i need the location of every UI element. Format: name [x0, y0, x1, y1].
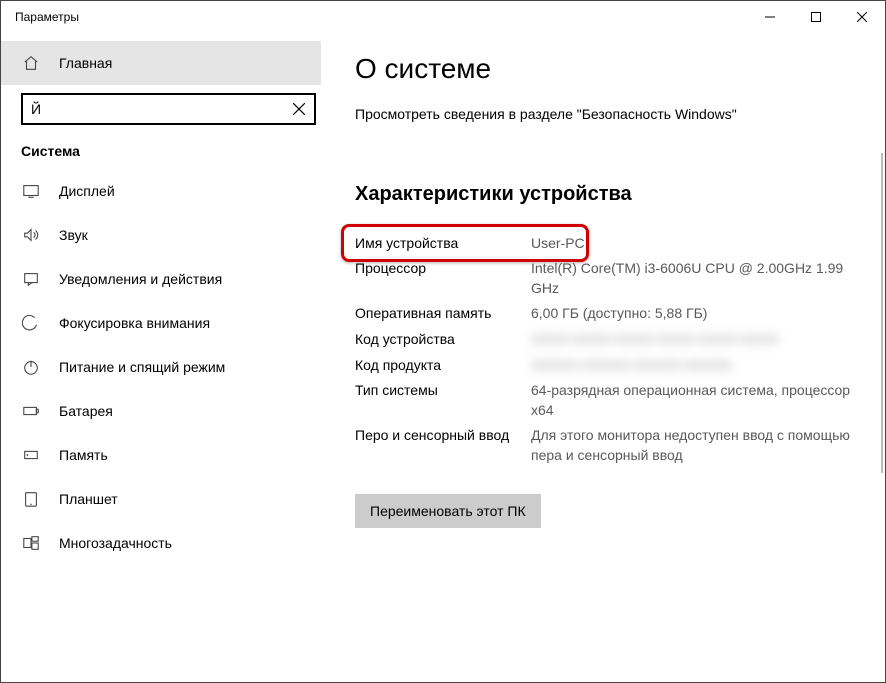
- window-controls: [747, 1, 885, 33]
- sidebar-item-label: Уведомления и действия: [59, 271, 222, 287]
- search-input[interactable]: [23, 101, 284, 117]
- clear-search-icon[interactable]: [284, 103, 314, 115]
- sidebar-item-label: Батарея: [59, 403, 113, 419]
- sidebar-item-label: Звук: [59, 227, 88, 243]
- cpu-value: Intel(R) Core(TM) i3-6006U CPU @ 2.00GHz…: [531, 259, 851, 298]
- sidebar: Главная Система Дисплей Звук Уведомления…: [1, 33, 321, 682]
- sidebar-item-notifications[interactable]: Уведомления и действия: [1, 257, 321, 301]
- scrollbar[interactable]: [881, 153, 883, 473]
- sidebar-item-multitasking[interactable]: Многозадачность: [1, 521, 321, 565]
- spec-row-product-id: Код продукта XXXXX-XXXXX-XXXXX-XXXXX: [355, 356, 851, 376]
- sidebar-item-home[interactable]: Главная: [1, 41, 321, 85]
- spec-row-pen-touch: Перо и сенсорный ввод Для этого монитора…: [355, 426, 851, 465]
- titlebar: Параметры: [1, 1, 885, 33]
- spec-row-ram: Оперативная память 6,00 ГБ (доступно: 5,…: [355, 304, 851, 324]
- minimize-button[interactable]: [747, 1, 793, 33]
- pen-touch-value: Для этого монитора недоступен ввод с пом…: [531, 426, 851, 465]
- cpu-label: Процессор: [355, 259, 531, 298]
- device-specs-heading: Характеристики устройства: [355, 183, 851, 206]
- sidebar-item-label: Дисплей: [59, 183, 115, 199]
- sidebar-item-label: Фокусировка внимания: [59, 315, 210, 331]
- device-id-value: XXXX-XXXX-XXXX-XXXX-XXXX-XXXX: [531, 330, 851, 350]
- sidebar-item-display[interactable]: Дисплей: [1, 169, 321, 213]
- maximize-button[interactable]: [793, 1, 839, 33]
- product-id-value: XXXXX-XXXXX-XXXXX-XXXXX: [531, 356, 851, 376]
- sidebar-item-label: Планшет: [59, 491, 118, 507]
- focus-icon: [21, 314, 41, 332]
- storage-icon: [21, 446, 41, 464]
- sidebar-item-power[interactable]: Питание и спящий режим: [1, 345, 321, 389]
- pen-touch-label: Перо и сенсорный ввод: [355, 426, 531, 465]
- main-content: О системе Просмотреть сведения в разделе…: [321, 33, 885, 682]
- sidebar-item-tablet[interactable]: Планшет: [1, 477, 321, 521]
- home-icon: [21, 54, 41, 72]
- sidebar-item-label: Питание и спящий режим: [59, 359, 225, 375]
- spec-row-device-name: Имя устройства User-PC: [355, 234, 851, 254]
- security-link-text[interactable]: Просмотреть сведения в разделе "Безопасн…: [355, 105, 775, 125]
- tablet-icon: [21, 490, 41, 508]
- close-button[interactable]: [839, 1, 885, 33]
- window-title: Параметры: [15, 10, 747, 24]
- product-id-label: Код продукта: [355, 356, 531, 376]
- power-icon: [21, 358, 41, 376]
- sidebar-item-battery[interactable]: Батарея: [1, 389, 321, 433]
- spec-row-cpu: Процессор Intel(R) Core(TM) i3-6006U CPU…: [355, 259, 851, 298]
- system-type-label: Тип системы: [355, 381, 531, 420]
- device-id-label: Код устройства: [355, 330, 531, 350]
- ram-value: 6,00 ГБ (доступно: 5,88 ГБ): [531, 304, 851, 324]
- sidebar-item-label: Многозадачность: [59, 535, 172, 551]
- device-name-value: User-PC: [531, 234, 851, 254]
- sidebar-item-focus[interactable]: Фокусировка внимания: [1, 301, 321, 345]
- spec-row-system-type: Тип системы 64-разрядная операционная си…: [355, 381, 851, 420]
- sidebar-section-system: Система: [1, 143, 321, 159]
- spec-row-device-id: Код устройства XXXX-XXXX-XXXX-XXXX-XXXX-…: [355, 330, 851, 350]
- battery-icon: [21, 402, 41, 420]
- system-type-value: 64-разрядная операционная система, проце…: [531, 381, 851, 420]
- notifications-icon: [21, 270, 41, 288]
- device-name-label: Имя устройства: [355, 234, 531, 254]
- sidebar-item-sound[interactable]: Звук: [1, 213, 321, 257]
- ram-label: Оперативная память: [355, 304, 531, 324]
- sidebar-item-label: Память: [59, 447, 108, 463]
- page-title: О системе: [355, 53, 851, 85]
- search-box[interactable]: [21, 93, 316, 125]
- home-label: Главная: [59, 55, 112, 71]
- multitasking-icon: [21, 534, 41, 552]
- display-icon: [21, 182, 41, 200]
- rename-pc-button[interactable]: Переименовать этот ПК: [355, 494, 541, 528]
- sidebar-item-storage[interactable]: Память: [1, 433, 321, 477]
- sound-icon: [21, 226, 41, 244]
